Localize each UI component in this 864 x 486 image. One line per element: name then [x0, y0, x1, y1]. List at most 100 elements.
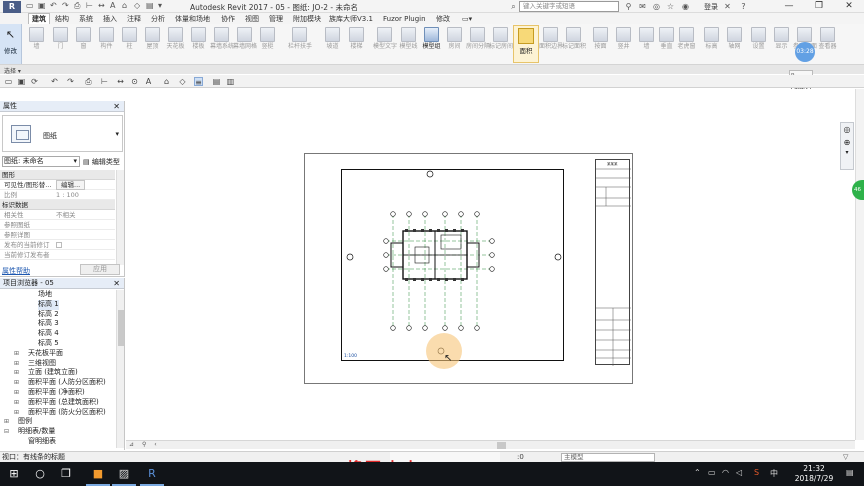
search-input[interactable]: 键入关键字或短语 [519, 1, 619, 12]
model-line-button[interactable]: 模型线 [397, 25, 420, 63]
browser-tree-item[interactable]: 标高 1 [0, 299, 116, 310]
customize-qat-icon[interactable]: ▾ [158, 1, 162, 11]
properties-scrollbar[interactable] [116, 170, 124, 265]
model-selector[interactable]: 主模型 [561, 453, 655, 462]
roof-button[interactable]: 屋顶 [141, 25, 164, 63]
help-icon[interactable]: ? [738, 1, 749, 12]
aligned-dimension-icon[interactable]: ↔ [116, 77, 125, 86]
text-icon[interactable]: A [144, 77, 153, 86]
scroll-left-icon[interactable]: ‹ [154, 441, 156, 448]
horizontal-scrollbar[interactable] [126, 440, 855, 449]
section-icon[interactable]: ◇ [178, 77, 187, 86]
expand-icon[interactable]: ⊞ [4, 417, 9, 427]
subscription-icon[interactable]: ✉ [637, 1, 648, 12]
area-button[interactable]: 面积 [513, 25, 539, 63]
communication-icon[interactable]: ◎ [651, 1, 662, 12]
stair-button[interactable]: 楼梯 [345, 25, 368, 63]
tab-insert[interactable]: 插入 [103, 14, 117, 24]
browser-tree-item[interactable]: ⊞ 面积平面 (净面积) [0, 388, 116, 398]
visual-style-icon[interactable]: ⚲ [142, 441, 146, 448]
search-icon[interactable]: ○ [28, 462, 52, 486]
wifi-icon[interactable]: ◠ [722, 468, 729, 477]
ramp-button[interactable]: 坡道 [321, 25, 344, 63]
account-icon[interactable]: ◉ [680, 1, 691, 12]
scroll-thumb[interactable] [118, 310, 124, 346]
browser-tree-item[interactable]: ⊞ 面积平面 (总建筑面积) [0, 398, 116, 408]
close-button[interactable]: ✕ [834, 0, 864, 13]
tab-fuzor-plugin[interactable]: Fuzor Plugin [383, 14, 426, 24]
property-row[interactable]: 当前修订发布者 [0, 250, 115, 260]
tab-structure[interactable]: 结构 [55, 14, 69, 24]
browser-tree-item[interactable]: ⊞ 图例 [0, 417, 116, 427]
ceiling-button[interactable]: 天花板 [164, 25, 187, 63]
close-icon[interactable]: ✕ [113, 278, 120, 289]
ime-mode[interactable]: 中 [770, 468, 778, 479]
tab-massing-site[interactable]: 体量和场地 [175, 14, 210, 24]
browser-tree-item[interactable]: ⊞ 面积平面 (防火分区面积) [0, 408, 116, 418]
zoom-icon[interactable]: ⊕ [841, 138, 853, 147]
level-button[interactable]: 标高 [700, 25, 723, 63]
scroll-thumb[interactable] [497, 442, 506, 449]
recorder-app-icon[interactable]: ■ [86, 462, 110, 486]
window-button[interactable]: 窗 [72, 25, 95, 63]
dormer-button[interactable]: 老虎窗 [675, 25, 698, 63]
login-button[interactable]: 登录 [704, 2, 718, 12]
undo-icon[interactable]: ↶ [50, 77, 59, 86]
zoom-dropdown-icon[interactable]: ▾ [841, 149, 853, 156]
component-button[interactable]: 构件 [95, 25, 118, 63]
expand-icon[interactable]: ⊞ [14, 388, 19, 398]
browser-tree-item[interactable]: ⊟ 明细表/数量 [0, 427, 116, 437]
search-icon[interactable]: ⚲ [623, 1, 634, 12]
tag-room-button[interactable]: 标记房间 [489, 25, 513, 63]
type-selector[interactable]: 图纸 ▾ [2, 115, 123, 152]
expand-icon[interactable]: ⊞ [14, 398, 19, 408]
browser-tree-item[interactable]: 标高 2 [0, 310, 116, 320]
property-row[interactable]: 参照详图 [0, 230, 115, 240]
print-icon[interactable]: ⎙ [84, 77, 93, 86]
browser-tree-item[interactable]: ⊞ 立面 (建筑立面) [0, 368, 116, 378]
expand-icon[interactable]: ⊞ [14, 349, 19, 359]
floor-button[interactable]: 楼板 [187, 25, 210, 63]
tag-area-button[interactable]: 标记面积 [562, 25, 586, 63]
text-icon[interactable]: A [110, 1, 115, 11]
restore-button[interactable]: ❐ [804, 0, 834, 13]
drawing-sheet[interactable]: 1:100 某某某 [304, 153, 633, 384]
checkbox[interactable] [56, 242, 62, 248]
close-hidden-windows-icon[interactable]: ▤ [212, 77, 221, 86]
browser-scrollbar[interactable] [116, 290, 124, 448]
task-view-icon[interactable]: ❐ [54, 462, 78, 486]
set-workplane-button[interactable]: 设置 [747, 25, 770, 63]
browser-tree-item[interactable]: 标高 3 [0, 319, 116, 329]
model-group-button[interactable]: 模型组 [420, 25, 443, 63]
door-button[interactable]: 门 [49, 25, 72, 63]
sougou-ime-icon[interactable]: S [754, 468, 759, 477]
open-icon[interactable]: ▭ [26, 1, 34, 11]
viewer-button[interactable]: 查看器 [816, 25, 839, 63]
switch-windows-icon[interactable]: ▥ [226, 77, 235, 86]
close-icon[interactable]: ✕ [113, 101, 120, 112]
expand-icon[interactable]: ⊞ [14, 359, 19, 369]
room-separator-button[interactable]: 房间分隔 [466, 25, 490, 63]
tab-addins[interactable]: 附加模块 [293, 14, 321, 24]
clock[interactable]: 21:32 2018/7/29 [794, 464, 834, 484]
select-dropdown[interactable]: 选择 ▾ [4, 66, 21, 75]
property-row[interactable]: 参照图纸 [0, 220, 115, 230]
redo-icon[interactable]: ↷ [62, 1, 69, 11]
tag-icon[interactable]: ⊙ [130, 77, 139, 86]
measure-icon[interactable]: ⊢ [86, 1, 93, 11]
close-hidden-icon[interactable]: ▤ [146, 1, 154, 11]
browser-tree-item[interactable]: 场地 [0, 290, 116, 300]
viewport-frame[interactable]: 1:100 [341, 169, 564, 361]
column-button[interactable]: 柱 [118, 25, 141, 63]
speaker-icon[interactable]: ◁ [736, 468, 742, 477]
minimize-button[interactable]: — [774, 0, 804, 13]
tab-modify[interactable]: 修改 [436, 14, 450, 24]
steering-wheel-icon[interactable]: ◎ [841, 125, 853, 134]
binoculars-icon[interactable]: ⌕ [508, 1, 519, 12]
people-icon[interactable]: ⌃ [694, 468, 701, 477]
favorites-icon[interactable]: ☆ [665, 1, 676, 12]
browser-tree-item[interactable]: ⊞ 面积平面 (人防分区面积) [0, 378, 116, 388]
browser-tree-item[interactable]: 窗明细表 [0, 437, 116, 447]
recorder-timer[interactable]: 03:28 [795, 42, 815, 62]
wall-button[interactable]: 墙 [25, 25, 48, 63]
